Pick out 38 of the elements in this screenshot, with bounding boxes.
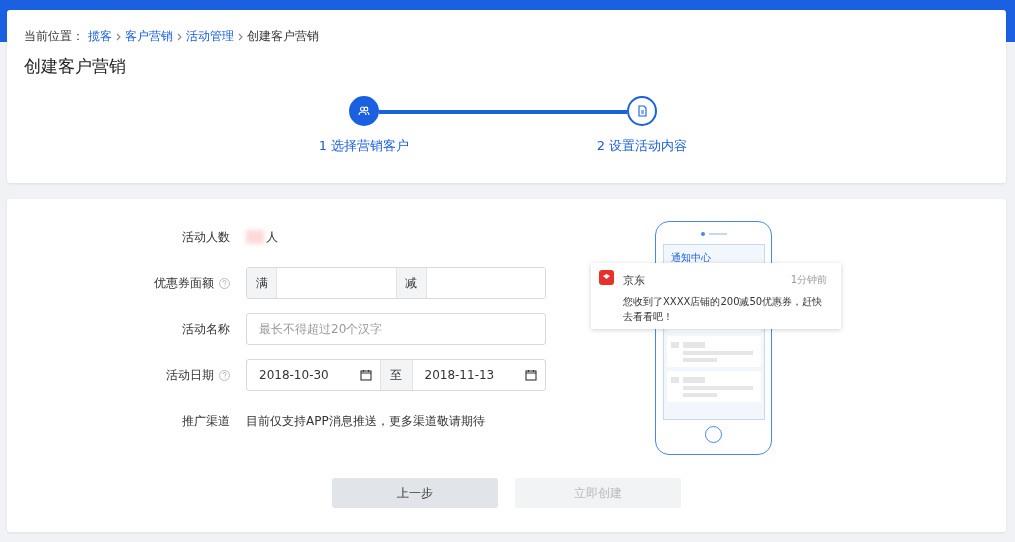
notification-time: 1分钟前 [790, 273, 827, 288]
name-input[interactable]: 最长不得超过20个汉字 [246, 313, 546, 345]
app-icon [599, 270, 614, 285]
middle-label: 减 [395, 268, 427, 298]
field-label: 推广渠道 [182, 412, 230, 430]
users-icon [358, 105, 370, 117]
breadcrumb-link[interactable]: 揽客 [88, 28, 112, 45]
breadcrumb-current: 创建客户营销 [247, 28, 319, 45]
page-title: 创建客户营销 [24, 55, 127, 78]
date-range-field[interactable]: 2018-10-30 至 2018-11-13 [246, 359, 546, 391]
speaker-icon [700, 232, 727, 236]
chevron-icon [177, 32, 182, 41]
breadcrumb-label: 当前位置： [24, 28, 84, 45]
back-button[interactable]: 上一步 [332, 478, 498, 508]
masked-value [246, 230, 264, 244]
start-date: 2018-10-30 [259, 368, 329, 382]
document-icon [636, 105, 648, 117]
calendar-icon [525, 369, 537, 381]
middle-label: 至 [379, 360, 413, 390]
step-label: 1 选择营销客户 [318, 137, 410, 155]
app-name: 京东 [623, 272, 645, 288]
step-label: 2 设置活动内容 [596, 137, 688, 155]
unit-text: 人 [266, 228, 278, 246]
breadcrumb-link[interactable]: 客户营销 [125, 28, 173, 45]
screen-title: 通知中心 [669, 251, 712, 265]
calendar-icon [359, 369, 372, 381]
notification-message: 您收到了XXXX店铺的200减50优惠券，赶快去看看吧！ [623, 294, 824, 324]
coupon-range-field[interactable]: 满 减 [246, 267, 546, 299]
field-label: 优惠券面额 [154, 274, 214, 292]
breadcrumb-link[interactable]: 活动管理 [186, 28, 234, 45]
field-label: 活动名称 [182, 320, 230, 338]
prefix-label: 满 [247, 268, 277, 298]
chevron-icon [238, 32, 243, 41]
end-date: 2018-11-13 [424, 368, 495, 382]
field-label: 活动日期 [166, 366, 214, 384]
channel-note: 目前仅支持APP消息推送，更多渠道敬请期待 [246, 412, 485, 430]
chevron-icon [116, 32, 121, 41]
field-label: 活动人数 [182, 228, 230, 246]
